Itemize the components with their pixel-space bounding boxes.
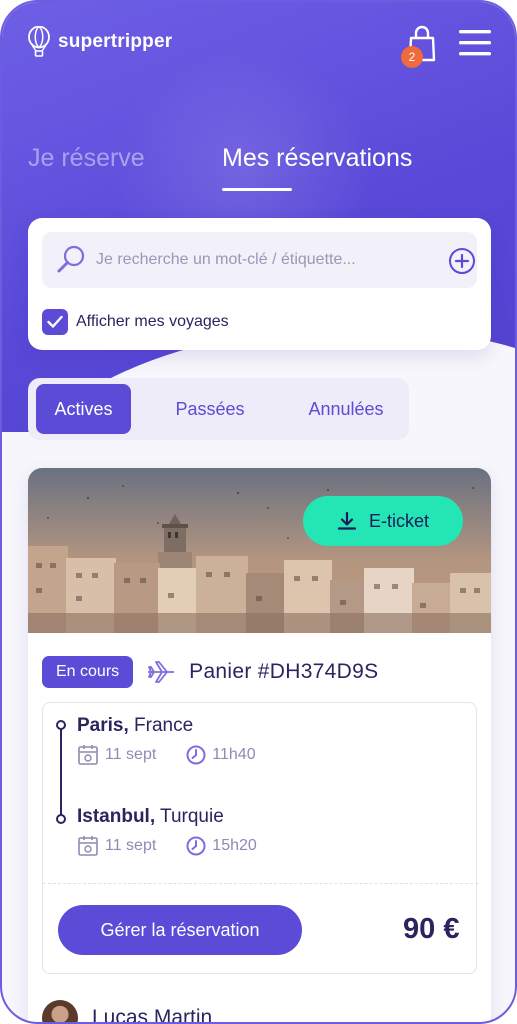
segment-past[interactable]: Passées [158, 384, 262, 434]
hamburger-menu-icon[interactable] [458, 28, 492, 58]
clock-icon [186, 745, 206, 765]
departure-country: France [128, 715, 194, 736]
booking-price: 90 € [403, 913, 460, 945]
arrival-country: Turquie [155, 806, 224, 827]
status-badge: En cours [42, 656, 134, 688]
arrival-location: Istanbul, Turquie [77, 806, 224, 828]
departure-dot [56, 720, 66, 730]
manage-booking-button[interactable]: Gérer la réservation [58, 905, 302, 955]
arrival-datetime: 11 sept 15h20 [77, 835, 257, 857]
clock-icon [186, 836, 206, 856]
segment-cancelled[interactable]: Annulées [294, 384, 398, 434]
status-segmented-control: Actives Passées Annulées [28, 378, 409, 440]
search-box [42, 232, 477, 288]
checkmark-icon [47, 315, 63, 328]
balloon-icon [28, 26, 50, 57]
eticket-button[interactable]: E-ticket [303, 496, 463, 546]
itinerary-line [60, 725, 62, 819]
arrival-city: Istanbul, [77, 806, 156, 827]
eticket-label: E-ticket [368, 510, 429, 531]
departure-date: 11 sept [105, 746, 157, 763]
calendar-icon [78, 836, 98, 856]
tab-book[interactable]: Je réserve [28, 144, 145, 173]
traveler-name: Lucas Martin [92, 1006, 213, 1024]
departure-location: Paris, France [77, 715, 193, 737]
search-input[interactable] [96, 245, 426, 275]
itinerary-box: Paris, France 11 sept 11h40 Istanbul, Tu… [42, 702, 478, 974]
segment-active[interactable]: Actives [36, 384, 131, 434]
cart-reference: Panier #DH374D9S [189, 660, 379, 683]
departure-time: 11h40 [212, 746, 256, 763]
download-icon [337, 511, 357, 530]
search-card: Afficher mes voyages [28, 218, 491, 350]
reservation-card: E-ticket En cours Panier #DH374D9S Paris… [28, 468, 491, 1024]
add-tag-icon[interactable] [448, 247, 476, 275]
cart-count-badge: 2 [401, 46, 423, 68]
calendar-icon [78, 745, 98, 765]
traveler-row: Lucas Martin [42, 1000, 213, 1024]
show-trips-label: Afficher mes voyages [76, 313, 229, 330]
reservation-header: En cours Panier #DH374D9S [42, 655, 378, 689]
show-trips-filter[interactable]: Afficher mes voyages [42, 309, 229, 335]
arrival-time: 15h20 [212, 837, 257, 854]
search-icon[interactable] [56, 244, 86, 274]
departure-datetime: 11 sept 11h40 [77, 744, 256, 766]
divider [43, 883, 478, 884]
logo-text: supertripper [58, 31, 173, 52]
departure-city: Paris, [77, 715, 129, 736]
main-tabs: Je réserve Mes réservations [2, 144, 515, 194]
avatar [42, 1000, 78, 1022]
tab-my-bookings[interactable]: Mes réservations [222, 144, 412, 173]
istanbul-skyline-image [28, 468, 491, 633]
logo[interactable]: supertripper [28, 26, 172, 58]
arrival-date: 11 sept [105, 837, 157, 854]
app-screen: supertripper 2 Je réserve Mes réservatio… [0, 0, 517, 1024]
destination-photo: E-ticket [28, 468, 491, 633]
top-bar: supertripper 2 [2, 24, 515, 68]
arrival-dot [56, 814, 66, 824]
show-trips-checkbox[interactable] [42, 309, 68, 335]
active-tab-indicator [222, 188, 292, 191]
plane-icon [148, 661, 175, 683]
